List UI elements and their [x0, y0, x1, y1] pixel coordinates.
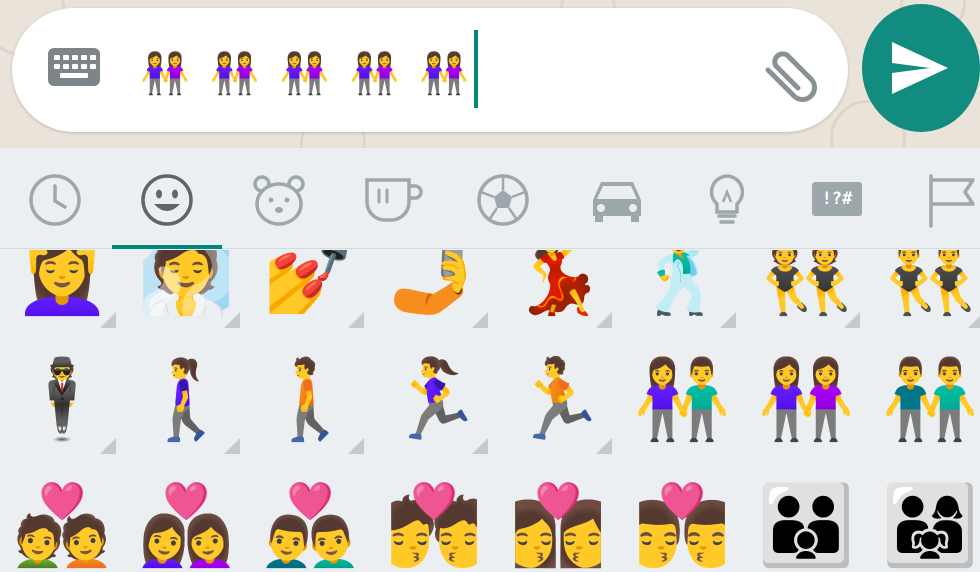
- emoji-glyph: 🚶‍♀️: [137, 354, 235, 445]
- bear-icon: [253, 175, 305, 226]
- skin-tone-variant-indicator: [100, 312, 116, 328]
- keyboard-icon[interactable]: [48, 48, 100, 86]
- emoji-key[interactable]: 🚶: [248, 338, 372, 462]
- emoji-key[interactable]: 👪: [744, 464, 868, 572]
- flag-icon: [929, 174, 975, 228]
- typed-emoji: 👭: [279, 50, 336, 97]
- tab-flags[interactable]: [896, 148, 980, 248]
- emoji-glyph: 👩‍❤️‍👩: [137, 480, 235, 571]
- skin-tone-variant-indicator: [100, 438, 116, 454]
- emoji-glyph: 🕺: [633, 250, 731, 319]
- skin-tone-variant-indicator: [348, 438, 364, 454]
- soccer-ball-icon: [477, 174, 529, 226]
- typed-emoji: 👭: [209, 50, 266, 97]
- tab-food[interactable]: [336, 148, 446, 248]
- skin-tone-variant-indicator: [472, 438, 488, 454]
- skin-tone-variant-indicator: [348, 312, 364, 328]
- emoji-glyph: 🕴️: [13, 354, 111, 445]
- emoji-key[interactable]: 💃: [496, 250, 620, 336]
- emoji-glyph: 👯‍♂️: [881, 250, 979, 319]
- tab-objects[interactable]: [672, 148, 782, 248]
- emoji-key[interactable]: 👯‍♂️: [868, 250, 980, 336]
- emoji-glyph: 💏: [385, 480, 483, 571]
- emoji-key[interactable]: 💆‍♀️: [0, 250, 124, 336]
- emoji-glyph: 🏃: [509, 354, 607, 445]
- emoji-key[interactable]: 👩‍❤️‍👩: [124, 464, 248, 572]
- typed-emoji: 👭: [349, 50, 406, 97]
- send-button[interactable]: [862, 4, 980, 132]
- emoji-glyph: 👭: [757, 354, 855, 445]
- symbols-icon: !?#: [812, 182, 862, 216]
- typed-emoji-text: 👭 👭 👭 👭 👭: [140, 38, 489, 108]
- emoji-key[interactable]: 👨‍❤️‍💋‍👨: [620, 464, 744, 572]
- skin-tone-variant-indicator: [224, 438, 240, 454]
- emoji-glyph: 💅: [261, 250, 359, 319]
- emoji-glyph: 🏃‍♀️: [385, 354, 483, 445]
- skin-tone-variant-indicator: [720, 312, 736, 328]
- emoji-glyph: 💑: [13, 480, 111, 571]
- emoji-glyph: 🤳: [385, 250, 483, 319]
- typed-emoji: 👭: [140, 50, 196, 97]
- message-input[interactable]: 👭 👭 👭 👭 👭: [12, 8, 848, 132]
- tab-smileys[interactable]: [112, 148, 222, 249]
- emoji-key[interactable]: 🤳: [372, 250, 496, 336]
- tab-animals[interactable]: [224, 148, 334, 248]
- skin-tone-variant-indicator: [844, 312, 860, 328]
- emoji-key[interactable]: 🏃: [496, 338, 620, 462]
- emoji-glyph: 🚶: [261, 354, 359, 445]
- emoji-glyph: 👬: [881, 354, 979, 445]
- car-icon: [593, 182, 641, 222]
- skin-tone-variant-indicator: [968, 312, 980, 328]
- smiley-icon: [141, 174, 193, 226]
- emoji-key[interactable]: 👫: [620, 338, 744, 462]
- emoji-key[interactable]: 🧖: [124, 250, 248, 336]
- emoji-glyph: 🧖: [137, 250, 235, 319]
- emoji-glyph: 👨‍❤️‍💋‍👨: [633, 480, 731, 571]
- paperclip-icon[interactable]: [754, 42, 820, 108]
- emoji-glyph: 👨‍❤️‍👨: [261, 480, 359, 571]
- clock-icon: [29, 174, 81, 226]
- emoji-key[interactable]: 💏: [372, 464, 496, 572]
- emoji-key[interactable]: 👨‍❤️‍👨: [248, 464, 372, 572]
- emoji-glyph: 👩‍❤️‍💋‍👩: [509, 480, 607, 571]
- tab-recent[interactable]: [0, 148, 110, 248]
- emoji-key[interactable]: 💅: [248, 250, 372, 336]
- skin-tone-variant-indicator: [224, 312, 240, 328]
- emoji-key[interactable]: 💑: [0, 464, 124, 572]
- typed-emoji: 👭: [419, 50, 476, 97]
- lightbulb-icon: [709, 174, 745, 224]
- emoji-glyph: 👫: [633, 354, 731, 445]
- emoji-glyph: 👪: [757, 480, 855, 571]
- emoji-key[interactable]: 👬: [868, 338, 980, 462]
- emoji-key[interactable]: 🏃‍♀️: [372, 338, 496, 462]
- tab-symbols[interactable]: !?#: [784, 148, 894, 248]
- emoji-key[interactable]: 👭: [744, 338, 868, 462]
- emoji-key[interactable]: 🕺: [620, 250, 744, 336]
- emoji-key[interactable]: 🕴️: [0, 338, 124, 462]
- emoji-glyph: 👨‍👩‍👧: [881, 480, 979, 571]
- emoji-key[interactable]: 🚶‍♀️: [124, 338, 248, 462]
- emoji-glyph: 👯: [757, 250, 855, 319]
- tab-travel[interactable]: [560, 148, 670, 248]
- emoji-key[interactable]: 👯: [744, 250, 868, 336]
- emoji-grid: 💆‍♀️ 🧖 💅 🤳 💃 🕺 👯 👯‍♂️ 🕴️ 🚶‍♀️ 🚶 🏃‍♀️ 🏃 👫 👭 👬 💑 👩‍❤️‍👩 👨‍❤️…: [0, 250, 980, 572]
- text-caret: [474, 30, 478, 108]
- emoji-key[interactable]: 👨‍👩‍👧: [868, 464, 980, 572]
- cup-icon: [365, 178, 423, 222]
- skin-tone-variant-indicator: [596, 312, 612, 328]
- skin-tone-variant-indicator: [472, 312, 488, 328]
- skin-tone-variant-indicator: [596, 438, 612, 454]
- emoji-glyph: 💆‍♀️: [13, 250, 111, 319]
- emoji-glyph: 💃: [509, 250, 607, 319]
- send-icon: [892, 42, 948, 94]
- emoji-key[interactable]: 👩‍❤️‍💋‍👩: [496, 464, 620, 572]
- tab-activity[interactable]: [448, 148, 558, 248]
- emoji-category-bar: !?#: [0, 148, 980, 249]
